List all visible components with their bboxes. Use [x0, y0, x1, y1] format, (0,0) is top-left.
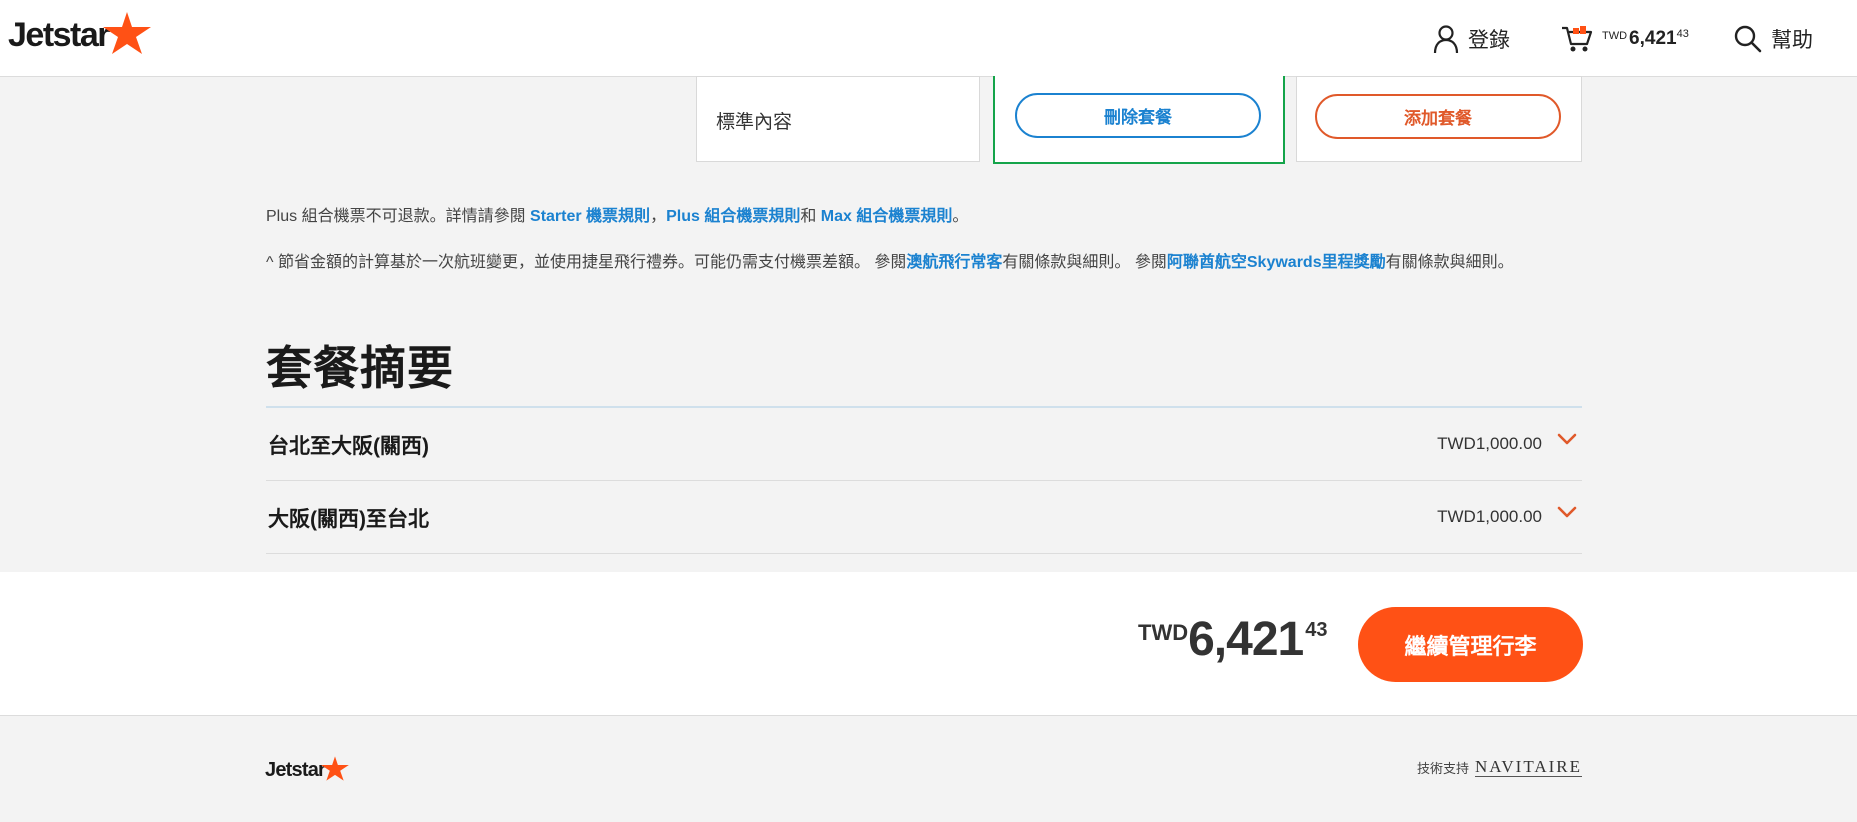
- powered-by-label: 技術支持: [1417, 761, 1470, 776]
- fare-card-starter: 標準內容: [696, 76, 980, 162]
- standard-content-label: 標準內容: [716, 112, 793, 133]
- jetstar-star-icon: [321, 756, 349, 781]
- plus-rules-link[interactable]: Plus 組合機票規則: [666, 208, 800, 225]
- navitaire-logo: NAVITAIRE: [1475, 757, 1582, 777]
- savings-note-mid: 有關條款與細則。 參閱: [1002, 254, 1167, 271]
- route-label: 台北至大阪(關西): [268, 435, 429, 458]
- cart-currency: TWD: [1602, 30, 1628, 42]
- powered-by: 技術支持 NAVITAIRE: [1417, 758, 1582, 777]
- login-link[interactable]: 登錄: [1432, 0, 1510, 77]
- qantas-ff-link[interactable]: 澳航飛行常客: [906, 254, 1002, 271]
- help-label: 幫助: [1771, 28, 1813, 52]
- cart-amount: 6,421: [1629, 28, 1677, 49]
- total-amount: 6,421: [1188, 613, 1304, 666]
- logo-text: Jetstar: [8, 15, 111, 54]
- remove-bundle-button[interactable]: 刪除套餐: [1015, 93, 1261, 138]
- refund-note: Plus 組合機票不可退款。詳情請參閱 Starter 機票規則，Plus 組合…: [266, 202, 968, 226]
- savings-note-suffix: 有關條款與細則。: [1385, 254, 1514, 271]
- bundle-summary-title: 套餐摘要: [266, 342, 454, 394]
- route-price: TWD1,000.00: [1437, 434, 1542, 453]
- add-bundle-button[interactable]: 添加套餐: [1315, 94, 1561, 139]
- header: Jetstar 登錄 TWD 6,421 43 幫助: [0, 0, 1857, 77]
- chevron-down-icon[interactable]: [1556, 430, 1578, 448]
- fare-card-max: 添加套餐: [1296, 76, 1582, 162]
- emirates-skywards-link[interactable]: 阿聯酋航空Skywards里程獎勵: [1167, 254, 1386, 271]
- savings-note-prefix: ^ 節省金額的計算基於一次航班變更，並使用捷星飛行禮券。可能仍需支付機票差額。 …: [266, 254, 907, 271]
- refund-note-prefix: Plus 組合機票不可退款。詳情請參閱: [266, 208, 531, 225]
- chevron-down-icon[interactable]: [1556, 503, 1578, 521]
- login-label: 登錄: [1468, 28, 1510, 52]
- cart-decimals: 43: [1676, 28, 1689, 40]
- total-currency: TWD: [1138, 620, 1189, 645]
- total-bar: TWD 6,421 43 繼續管理行李: [0, 572, 1857, 716]
- jetstar-star-icon: [103, 12, 152, 54]
- footer-logo-text: Jetstar: [265, 758, 326, 781]
- total-price: TWD 6,421 43: [1138, 616, 1327, 664]
- jetstar-logo[interactable]: Jetstar: [8, 12, 153, 56]
- cart-link[interactable]: TWD 6,421 43: [1560, 0, 1689, 77]
- user-icon: [1433, 24, 1459, 53]
- help-link[interactable]: 幫助: [1733, 0, 1813, 77]
- summary-row-outbound[interactable]: 台北至大阪(關西) TWD1,000.00: [266, 408, 1582, 481]
- route-label: 大阪(關西)至台北: [268, 508, 429, 531]
- refund-note-sep1: ，: [650, 208, 667, 225]
- refund-note-sep2: 和: [800, 208, 821, 225]
- fare-card-plus: 刪除套餐: [993, 76, 1285, 164]
- max-rules-link[interactable]: Max 組合機票規則: [821, 208, 953, 225]
- search-icon: [1734, 25, 1762, 52]
- refund-note-suffix: 。: [952, 208, 969, 225]
- total-decimals: 43: [1305, 619, 1328, 641]
- cart-total: TWD 6,421 43: [1602, 28, 1689, 49]
- starter-rules-link[interactable]: Starter 機票規則: [530, 208, 650, 225]
- footer-logo: Jetstar: [265, 756, 350, 782]
- route-price: TWD1,000.00: [1437, 507, 1542, 526]
- cart-icon: [1562, 25, 1593, 51]
- summary-row-return[interactable]: 大阪(關西)至台北 TWD1,000.00: [266, 481, 1582, 554]
- continue-baggage-button[interactable]: 繼續管理行李: [1358, 607, 1583, 682]
- savings-note: ^ 節省金額的計算基於一次航班變更，並使用捷星飛行禮券。可能仍需支付機票差額。 …: [266, 248, 1514, 272]
